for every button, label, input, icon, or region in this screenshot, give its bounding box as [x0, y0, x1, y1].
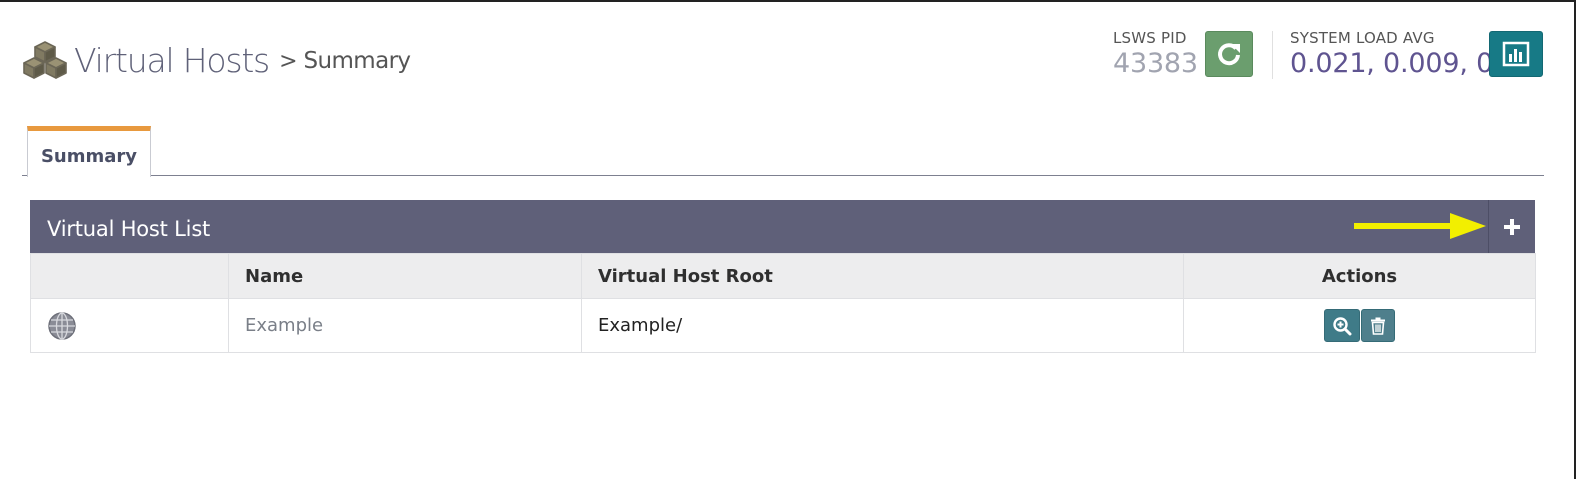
table-header-row: Name Virtual Host Root Actions: [30, 253, 1536, 299]
arrow-right-icon: [1354, 213, 1486, 239]
lsws-pid-value: 43383: [1113, 48, 1198, 79]
tab-summary[interactable]: Summary: [27, 126, 151, 177]
virtual-host-table: Name Virtual Host Root Actions Example E…: [30, 253, 1536, 353]
breadcrumb-separator: >: [279, 48, 298, 74]
refresh-icon: [1218, 43, 1240, 66]
system-load-stat: SYSTEM LOAD AVG 0.021, 0.009, 0: [1290, 29, 1493, 79]
column-header-icon: [30, 253, 229, 299]
plus-icon: [1504, 218, 1520, 235]
tab-summary-label: Summary: [40, 145, 138, 167]
system-load-value: 0.021, 0.009, 0: [1290, 48, 1494, 79]
panel-header: Virtual Host List: [30, 200, 1535, 253]
column-header-root: Virtual Host Root: [581, 253, 1184, 299]
row-actions: [1324, 309, 1395, 342]
tab-bar: Summary: [22, 126, 1544, 177]
trash-icon: [1371, 317, 1385, 335]
stats-divider: [1272, 31, 1273, 79]
window-top-border: [0, 0, 1576, 2]
zoom-in-icon: [1333, 316, 1352, 335]
panel-title: Virtual Host List: [47, 216, 211, 241]
breadcrumb-current: Summary: [303, 48, 412, 74]
table-row: Example Example/: [30, 298, 1536, 353]
page-title: Virtual Hosts: [74, 40, 270, 80]
row-icon-cell: [30, 298, 229, 353]
lsws-pid-stat: LSWS PID 43383: [1113, 29, 1198, 79]
add-virtual-host-button[interactable]: [1488, 200, 1535, 253]
column-header-actions: Actions: [1183, 253, 1536, 299]
row-actions-cell: [1183, 298, 1536, 353]
vhost-root: Example/: [581, 298, 1184, 353]
cubes-icon: [23, 41, 67, 79]
bar-chart-icon: [1502, 41, 1530, 67]
vhost-name-link[interactable]: Example: [228, 298, 582, 353]
page-header: Virtual Hosts > Summary: [22, 38, 412, 82]
real-time-stats-button[interactable]: [1489, 31, 1543, 77]
restart-button[interactable]: [1205, 31, 1253, 77]
delete-button[interactable]: [1361, 309, 1395, 342]
system-load-label: SYSTEM LOAD AVG: [1290, 29, 1435, 47]
view-button[interactable]: [1324, 309, 1360, 342]
lsws-pid-label: LSWS PID: [1113, 29, 1187, 47]
globe-icon: [48, 311, 76, 340]
virtual-host-list-panel: Virtual Host List Name Virtual Host Root…: [30, 200, 1536, 353]
column-header-name: Name: [228, 253, 582, 299]
